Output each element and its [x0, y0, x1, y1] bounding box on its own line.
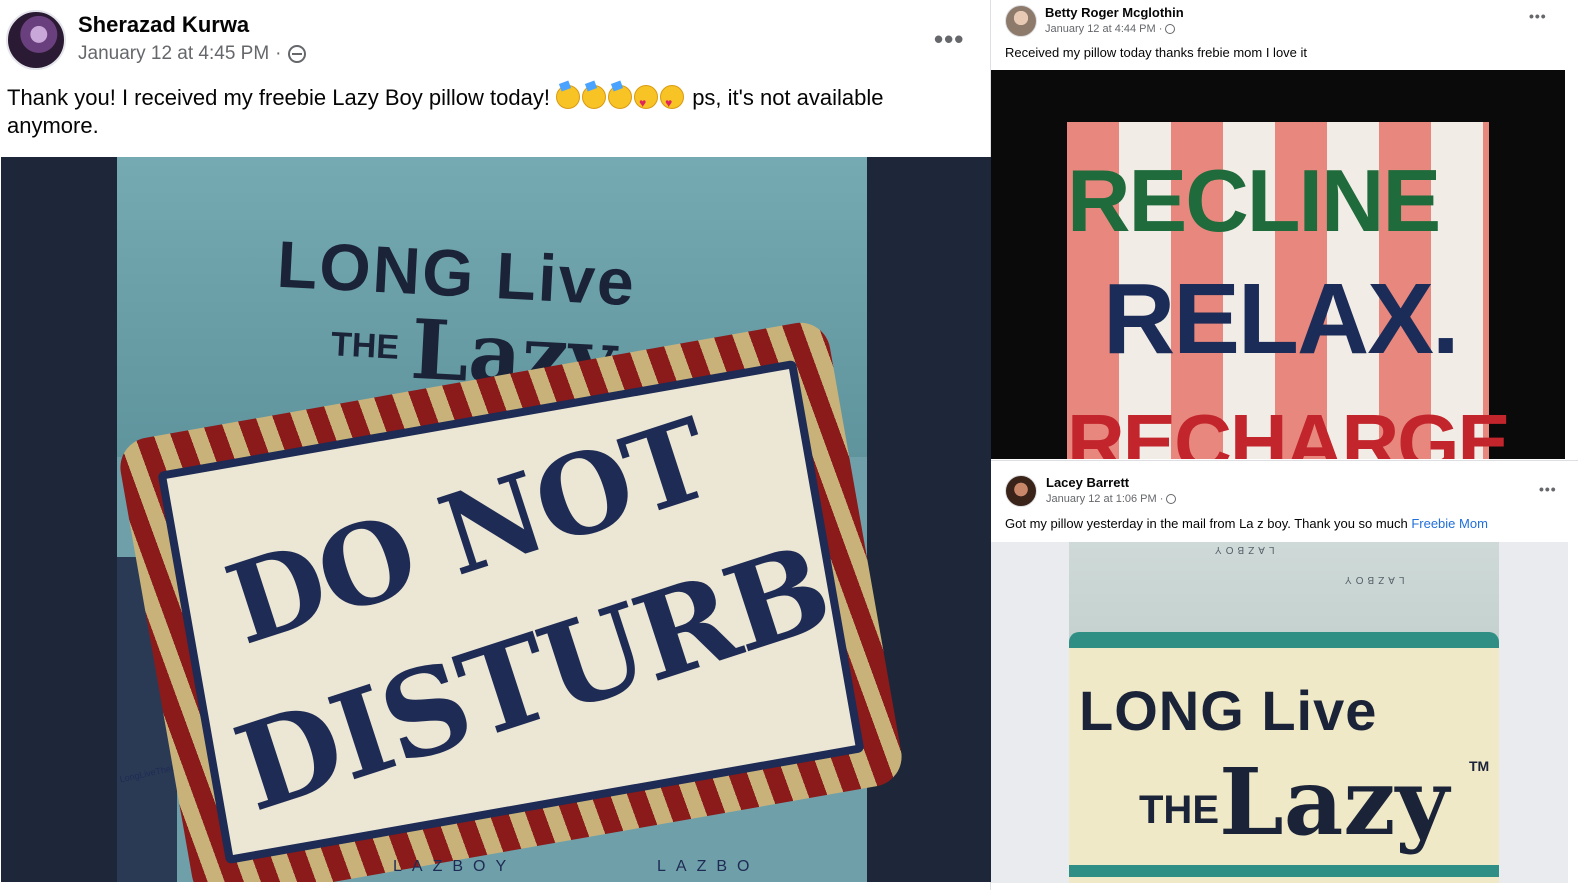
pillow-stripe [1069, 865, 1499, 877]
meta-separator: · [1159, 493, 1164, 505]
mention-link[interactable]: Freebie Mom [1411, 516, 1488, 531]
post-text: Received my pillow today thanks frebie m… [1005, 45, 1308, 60]
post-lacey: Lacey Barrett January 12 at 1:06 PM · ••… [991, 460, 1578, 890]
globe-icon [1166, 494, 1177, 504]
brand-print: LAZBOY [393, 858, 517, 875]
brand-print: LAZBOY [1211, 544, 1275, 555]
more-options-button[interactable]: ••• [1529, 8, 1547, 24]
more-options-button[interactable]: ••• [934, 24, 964, 55]
pillow-text-long-live: LONG Live [1079, 679, 1378, 742]
post-meta: January 12 at 4:44 PM · [1045, 23, 1176, 35]
post-text-main: Thank you! I received my freebie Lazy Bo… [7, 85, 550, 110]
pillow: LONG Live THE Lazy TM [1069, 632, 1499, 883]
timestamp[interactable]: January 12 at 4:45 PM [78, 43, 269, 65]
avatar[interactable] [1005, 475, 1037, 507]
meta-separator: · [275, 43, 282, 64]
avatar[interactable] [1005, 5, 1037, 37]
globe-icon [1165, 24, 1176, 34]
globe-icon [287, 45, 306, 63]
post-text-main: Got my pillow yesterday in the mail from… [1005, 516, 1408, 531]
timestamp[interactable]: January 12 at 1:06 PM [1046, 493, 1157, 505]
party-face-emoji-icon [608, 85, 633, 109]
trademark-mark: TM [1469, 758, 1490, 774]
party-face-emoji-icon [556, 85, 581, 109]
author-name[interactable]: Betty Roger Mcglothin [1045, 5, 1184, 20]
pillow: RECLINE RELAX. RECHARGE [1067, 122, 1511, 459]
pillow-text-recline: RECLINE [1067, 151, 1441, 250]
post-sherazad: Sherazad Kurwa January 12 at 4:45 PM · •… [0, 0, 991, 890]
author-name[interactable]: Sherazad Kurwa [78, 12, 249, 38]
author-name[interactable]: Lacey Barrett [1046, 475, 1129, 490]
brand-print: LAZBO [657, 858, 760, 875]
pillow-text-the: THE [1139, 788, 1219, 832]
post-photo[interactable]: LAZBOY LAZBOY LONG Live THE Lazy TM [991, 542, 1568, 883]
post-photo[interactable]: RECLINE RELAX. RECHARGE [991, 70, 1565, 459]
post-header: Sherazad Kurwa January 12 at 4:45 PM · •… [0, 0, 991, 80]
post-meta: January 12 at 4:45 PM · [78, 43, 306, 65]
post-meta: January 12 at 1:06 PM · [1046, 493, 1177, 505]
smiling-hearts-emoji-icon [634, 85, 659, 117]
post-betty: Betty Roger Mcglothin January 12 at 4:44… [991, 0, 1578, 460]
post-text: Got my pillow yesterday in the mail from… [1005, 516, 1488, 531]
pillow-text-relax: RELAX. [1103, 263, 1460, 375]
party-face-emoji-icon [582, 85, 607, 109]
post-photo[interactable]: LONG Live THE Lazy LongLiveTheLazy DO NO… [1, 157, 991, 882]
brand-print: LAZBOY [1341, 574, 1405, 585]
pillow-text-lazy: Lazy [1219, 748, 1449, 856]
pillow-panel: DO NOT DISTURB [157, 359, 865, 865]
more-options-button[interactable]: ••• [1539, 481, 1557, 497]
box-print-the: THE [330, 325, 400, 367]
meta-separator: · [1158, 23, 1163, 35]
avatar[interactable] [6, 10, 66, 70]
post-text: Thank you! I received my freebie Lazy Bo… [7, 84, 967, 140]
timestamp[interactable]: January 12 at 4:44 PM [1045, 23, 1156, 35]
pillow-text-recharge: RECHARGE [1067, 398, 1511, 459]
smiling-hearts-emoji-icon [660, 85, 685, 117]
